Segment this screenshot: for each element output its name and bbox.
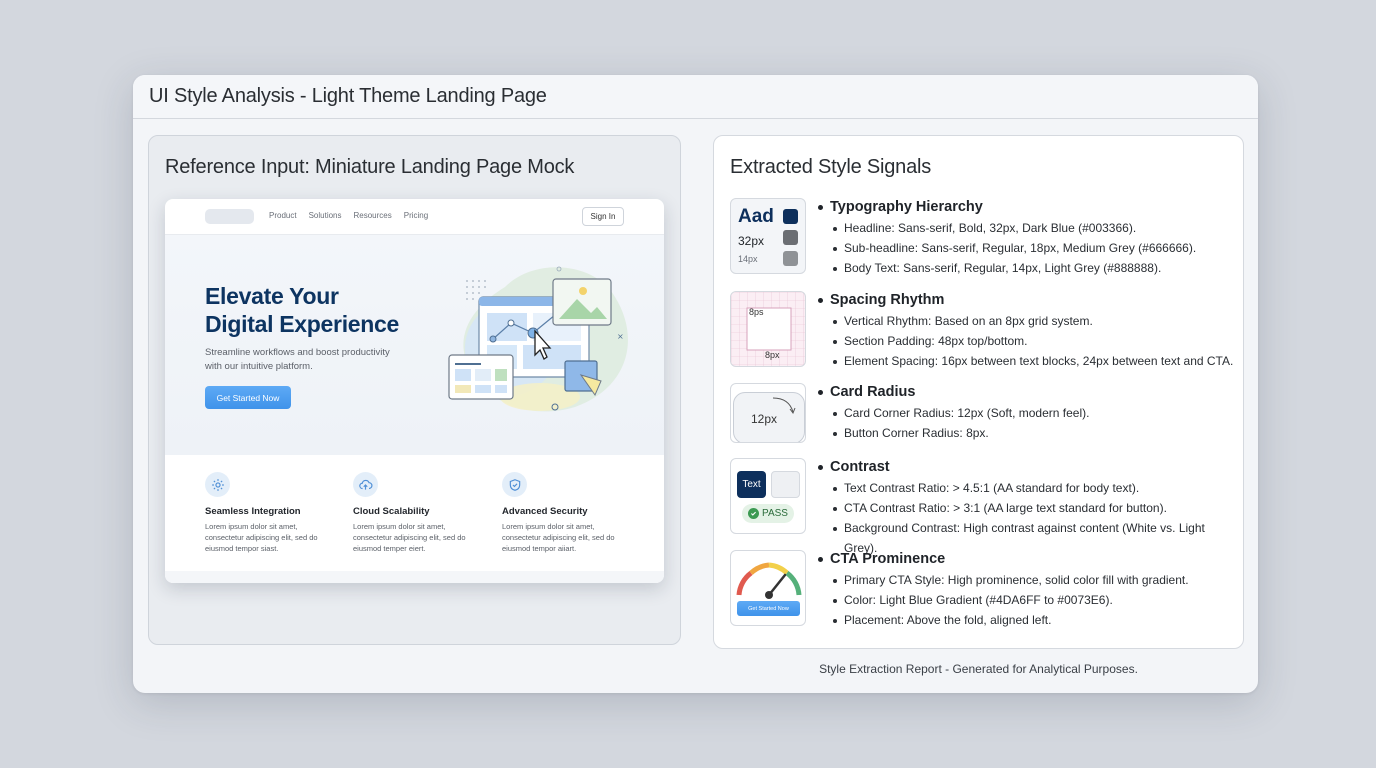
feature-description: Lorem ipsum dolor sit amet, consectetur … bbox=[205, 521, 330, 554]
signal-item: Card Corner Radius: 12px (Soft, modern f… bbox=[816, 403, 1236, 423]
gear-icon bbox=[205, 472, 230, 497]
report-footer-note: Style Extraction Report - Generated for … bbox=[819, 662, 1138, 676]
cta-details: CTA Prominence Primary CTA Style: High p… bbox=[816, 550, 1236, 630]
mock-navbar: Product Solutions Resources Pricing Sign… bbox=[165, 199, 664, 235]
typography-sample-32px: 32px bbox=[738, 234, 765, 248]
typography-sample-headline: Aad bbox=[738, 206, 774, 227]
signal-item: Section Padding: 48px top/bottom. bbox=[816, 331, 1236, 351]
feature-desc-line: eiusmod temper eiert. bbox=[353, 544, 426, 553]
signal-item: Body Text: Sans-serif, Regular, 14px, Li… bbox=[816, 258, 1236, 278]
hero-title-line-1: Elevate Your bbox=[205, 283, 339, 309]
signal-title: Card Radius bbox=[816, 383, 1236, 401]
mock-nav-link-resources[interactable]: Resources bbox=[354, 211, 392, 220]
typography-thumbnail: Aad 32px 14px bbox=[730, 198, 806, 274]
feature-desc-line: eiusmod tempor aiiart. bbox=[502, 544, 577, 553]
feature-desc-line: consectetur adipiscing elit, sed do bbox=[502, 533, 615, 542]
spacing-label-bottom: 8px bbox=[765, 350, 780, 360]
mock-nav-link-pricing[interactable]: Pricing bbox=[404, 211, 428, 220]
signal-item: Placement: Above the fold, aligned left. bbox=[816, 610, 1236, 630]
mock-nav-link-product[interactable]: Product bbox=[269, 211, 297, 220]
mock-features-section: Seamless Integration Lorem ipsum dolor s… bbox=[165, 455, 664, 571]
hero-sub-line-1: Streamline workflows and boost productiv… bbox=[205, 347, 390, 358]
contrast-details: Contrast Text Contrast Ratio: > 4.5:1 (A… bbox=[816, 458, 1236, 558]
swatch-dark-blue bbox=[783, 209, 798, 224]
landing-page-mock: Product Solutions Resources Pricing Sign… bbox=[165, 199, 664, 583]
window-title: UI Style Analysis - Light Theme Landing … bbox=[149, 85, 547, 107]
hero-sub-line-2: with our intuitive platform. bbox=[205, 361, 313, 372]
feature-desc-line: Lorem ipsum dolor sit amet, bbox=[205, 522, 298, 531]
contrast-thumbnail: Text PASS bbox=[730, 458, 806, 534]
signal-title: CTA Prominence bbox=[816, 550, 1236, 568]
hero-title-line-2: Digital Experience bbox=[205, 311, 400, 337]
feature-description: Lorem ipsum dolor sit amet, consectetur … bbox=[353, 521, 478, 554]
signal-item: Color: Light Blue Gradient (#4DA6FF to #… bbox=[816, 590, 1236, 610]
signal-item: Primary CTA Style: High prominence, soli… bbox=[816, 570, 1236, 590]
spacing-grid-thumbnail: 8ps 8px bbox=[730, 291, 806, 367]
check-circle-icon bbox=[748, 508, 760, 519]
cta-gauge-thumbnail: Get Started Now bbox=[730, 550, 806, 626]
feature-title: Seamless Integration bbox=[205, 506, 301, 517]
signal-title: Contrast bbox=[816, 458, 1236, 476]
signal-title: Spacing Rhythm bbox=[816, 291, 1236, 309]
reference-panel: Reference Input: Miniature Landing Page … bbox=[148, 135, 681, 645]
radius-details: Card Radius Card Corner Radius: 12px (So… bbox=[816, 383, 1236, 443]
swatch-medium-grey bbox=[783, 230, 798, 245]
signal-title: Typography Hierarchy bbox=[816, 198, 1236, 216]
radius-label: 12px bbox=[751, 412, 778, 426]
mock-footer-strip bbox=[165, 571, 664, 583]
feature-card-scalability: Cloud Scalability Lorem ipsum dolor sit … bbox=[353, 472, 478, 554]
cloud-upload-icon bbox=[353, 472, 378, 497]
signal-item: Vertical Rhythm: Based on an 8px grid sy… bbox=[816, 311, 1236, 331]
mock-cta-button[interactable]: Get Started Now bbox=[205, 386, 291, 409]
signals-panel: Extracted Style Signals Aad 32px 14px Ty… bbox=[713, 135, 1244, 649]
mock-hero-title: Elevate Your Digital Experience bbox=[205, 282, 435, 338]
shield-check-icon bbox=[502, 472, 527, 497]
contrast-light-sample bbox=[771, 471, 800, 498]
gauge-icon bbox=[736, 562, 802, 599]
feature-card-integration: Seamless Integration Lorem ipsum dolor s… bbox=[205, 472, 330, 554]
feature-desc-line: Lorem ipsum dolor sit amet, bbox=[502, 522, 595, 531]
feature-desc-line: consectetur adipiscing elit, sed do bbox=[205, 533, 318, 542]
spacing-label-top: 8ps bbox=[749, 307, 764, 317]
feature-title: Advanced Security bbox=[502, 506, 588, 517]
spacing-details: Spacing Rhythm Vertical Rhythm: Based on… bbox=[816, 291, 1236, 371]
hero-illustration: × bbox=[448, 266, 628, 412]
swatch-light-grey bbox=[783, 251, 798, 266]
svg-text:×: × bbox=[617, 332, 624, 341]
feature-desc-line: consectetur adipiscing elit, sed do bbox=[353, 533, 466, 542]
feature-description: Lorem ipsum dolor sit amet, consectetur … bbox=[502, 521, 627, 554]
signal-item: Sub-headline: Sans-serif, Regular, 18px,… bbox=[816, 238, 1236, 258]
pass-label: PASS bbox=[762, 508, 788, 519]
typography-sample-14px: 14px bbox=[738, 254, 758, 264]
mock-hero-subtitle: Streamline workflows and boost productiv… bbox=[205, 346, 420, 374]
title-bar: UI Style Analysis - Light Theme Landing … bbox=[133, 75, 1258, 119]
mock-nav-link-solutions[interactable]: Solutions bbox=[309, 211, 342, 220]
signal-item: Headline: Sans-serif, Bold, 32px, Dark B… bbox=[816, 218, 1236, 238]
mock-logo-placeholder bbox=[205, 209, 254, 224]
cta-sample-button: Get Started Now bbox=[737, 601, 800, 616]
feature-card-security: Advanced Security Lorem ipsum dolor sit … bbox=[502, 472, 627, 554]
mock-hero-section: Elevate Your Digital Experience Streamli… bbox=[165, 235, 664, 455]
feature-title: Cloud Scalability bbox=[353, 506, 430, 517]
signal-item: Text Contrast Ratio: > 4.5:1 (AA standar… bbox=[816, 478, 1236, 498]
signal-item: Button Corner Radius: 8px. bbox=[816, 423, 1236, 443]
typography-details: Typography Hierarchy Headline: Sans-seri… bbox=[816, 198, 1236, 278]
contrast-pass-badge: PASS bbox=[742, 504, 794, 523]
mock-signin-button[interactable]: Sign In bbox=[582, 207, 624, 226]
radius-thumbnail: 12px bbox=[730, 383, 806, 443]
app-window: UI Style Analysis - Light Theme Landing … bbox=[133, 75, 1258, 693]
feature-desc-line: eiusmod tempor siast. bbox=[205, 544, 279, 553]
signal-item: CTA Contrast Ratio: > 3:1 (AA large text… bbox=[816, 498, 1236, 518]
mock-nav-links: Product Solutions Resources Pricing bbox=[269, 211, 428, 220]
feature-desc-line: Lorem ipsum dolor sit amet, bbox=[353, 522, 446, 531]
reference-heading: Reference Input: Miniature Landing Page … bbox=[165, 156, 575, 178]
contrast-dark-sample: Text bbox=[737, 471, 766, 498]
signals-heading: Extracted Style Signals bbox=[730, 156, 932, 178]
signal-item: Element Spacing: 16px between text block… bbox=[816, 351, 1236, 371]
